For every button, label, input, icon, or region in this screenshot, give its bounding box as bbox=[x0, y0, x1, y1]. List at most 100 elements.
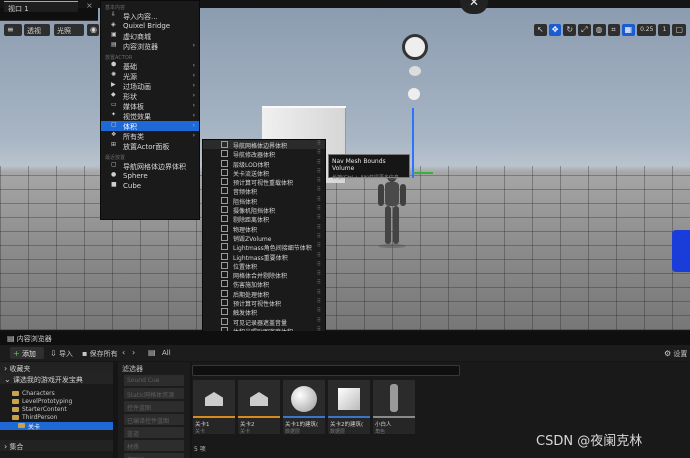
world-space-button[interactable]: ◍ bbox=[592, 24, 606, 36]
import-button[interactable]: ⇩ 导入 bbox=[50, 349, 73, 359]
submenu-item[interactable]: 伤害施加体积 ⠿ bbox=[203, 279, 325, 289]
menu-item-basic[interactable]: ⬢ 基础 › bbox=[101, 61, 199, 72]
submenu-item[interactable]: 层级LOD体积 ⠿ bbox=[203, 159, 325, 169]
drag-handle-icon[interactable]: ⠿ bbox=[317, 298, 321, 305]
sun-actor-icon[interactable] bbox=[408, 88, 420, 100]
filter-button[interactable]: 蓝图类 bbox=[124, 453, 184, 458]
content-browser-tab[interactable]: ▤ 内容浏览器 bbox=[4, 332, 64, 345]
drag-handle-icon[interactable]: ⠿ bbox=[317, 186, 321, 193]
lighting-button[interactable]: 光照 bbox=[54, 24, 84, 36]
collections-header[interactable]: › 集合 bbox=[0, 440, 113, 451]
menu-item-content-browser[interactable]: ▤ 内容浏览器 › bbox=[101, 41, 199, 52]
grid-snap-button[interactable]: ▦ bbox=[621, 24, 636, 36]
submenu-item[interactable]: 剔除距离体积 ⠿ bbox=[203, 214, 325, 224]
folder-tree-item[interactable]: Characters bbox=[0, 390, 113, 398]
settings-button[interactable]: ⚙ 设置 bbox=[664, 349, 687, 359]
asset-tile[interactable]: 关卡1 关卡 bbox=[193, 380, 235, 435]
submenu-item[interactable]: 导航修改器体积 ⠿ bbox=[203, 149, 325, 159]
asset-tile[interactable]: 小白人 角色 bbox=[373, 380, 415, 435]
submenu-item[interactable]: 触发体积 ⠿ bbox=[203, 307, 325, 317]
drag-handle-icon[interactable]: ⠿ bbox=[317, 168, 321, 175]
menu-item-marketplace[interactable]: ▣ 虚幻商城 bbox=[101, 31, 199, 42]
drag-handle-icon[interactable]: ⠿ bbox=[317, 177, 321, 184]
drag-handle-icon[interactable]: ⠿ bbox=[317, 279, 321, 286]
light-actor-icon[interactable] bbox=[402, 34, 428, 60]
menu-item-cinematic[interactable]: ▶ 过场动画 › bbox=[101, 81, 199, 92]
menu-item-recent-cube[interactable]: ■ Cube bbox=[101, 181, 199, 191]
perspective-button[interactable]: 透视 bbox=[24, 24, 50, 36]
menu-item-quixel-bridge[interactable]: ◈ Quixel Bridge bbox=[101, 21, 199, 31]
gizmo-z-axis[interactable] bbox=[412, 108, 414, 178]
drag-handle-icon[interactable]: ⠿ bbox=[317, 307, 321, 314]
drag-handle-icon[interactable]: ⠿ bbox=[317, 214, 321, 221]
submenu-item[interactable]: 导航网格体边界体积 ⠿ bbox=[203, 140, 325, 150]
menu-item-shapes[interactable]: ◆ 形状 › bbox=[101, 91, 199, 102]
viewport-options-button[interactable]: ≡ bbox=[4, 24, 22, 36]
asset-tile[interactable]: 关卡2的建筑(数据层 bbox=[328, 380, 370, 435]
drag-handle-icon[interactable]: ⠿ bbox=[317, 242, 321, 249]
drag-handle-icon[interactable]: ⠿ bbox=[317, 317, 321, 324]
drag-handle-icon[interactable]: ⠿ bbox=[317, 270, 321, 277]
drag-handle-icon[interactable]: ⠿ bbox=[317, 149, 321, 156]
show-button[interactable]: ◉ bbox=[87, 24, 99, 36]
submenu-item[interactable]: 阻挡体积 ⠿ bbox=[203, 196, 325, 206]
submenu-item[interactable]: Lightmass重要体积 ⠿ bbox=[203, 252, 325, 262]
scale-button[interactable]: ⤢ bbox=[578, 24, 591, 36]
asset-tile[interactable]: 关卡1的建筑(数据层 bbox=[283, 380, 325, 435]
menu-item-import[interactable]: ⇩ 导入内容... bbox=[101, 11, 199, 22]
submenu-item[interactable]: 后期处理体积 ⠿ bbox=[203, 289, 325, 299]
menu-item-all-classes[interactable]: ❖ 所有类 › bbox=[101, 131, 199, 142]
menu-item-recent-sphere[interactable]: ● Sphere bbox=[101, 171, 199, 181]
submenu-item[interactable]: Lightmass角色间接细节体积 ⠿ bbox=[203, 242, 325, 252]
folder-tree-item[interactable]: StarterContent bbox=[0, 406, 113, 414]
drag-handle-icon[interactable]: ⠿ bbox=[317, 205, 321, 212]
filter-button[interactable]: 蓝道 bbox=[124, 427, 184, 438]
filter-button[interactable]: 控件蓝图 bbox=[124, 401, 184, 412]
maximize-button[interactable]: ▢ bbox=[672, 24, 686, 36]
submenu-item[interactable]: 物理体积 ⠿ bbox=[203, 224, 325, 234]
drag-handle-icon[interactable]: ⠿ bbox=[317, 159, 321, 166]
history-back-button[interactable]: ‹ bbox=[122, 349, 125, 357]
drag-handle-icon[interactable]: ⠿ bbox=[317, 261, 321, 268]
add-button[interactable]: + 添加 bbox=[10, 347, 44, 359]
audio-actor-icon[interactable] bbox=[409, 66, 421, 76]
grid-size[interactable]: 0.25 bbox=[637, 24, 657, 36]
submenu-item[interactable]: 销毁ZVolume ⠿ bbox=[203, 233, 325, 243]
search-input[interactable] bbox=[192, 365, 460, 376]
menu-item-media-plate[interactable]: ▭ 媒体板 › bbox=[101, 101, 199, 112]
favorites-header[interactable]: › 收藏夹 bbox=[0, 362, 113, 373]
submenu-item[interactable]: 网格体合并剔除体积 ⠿ bbox=[203, 270, 325, 280]
drag-handle-icon[interactable]: ⠿ bbox=[317, 233, 321, 240]
camera-speed[interactable]: 1 bbox=[658, 24, 671, 36]
close-icon[interactable]: × bbox=[86, 2, 93, 10]
path-breadcrumb-all[interactable]: All bbox=[162, 349, 171, 357]
folder-tree-item[interactable]: LevelPrototyping bbox=[0, 398, 113, 406]
submenu-item[interactable]: 关卡流送体积 ⠿ bbox=[203, 168, 325, 178]
folder-tree-item[interactable]: 关卡 bbox=[0, 422, 113, 431]
save-all-button[interactable]: ▪ 保存所有 bbox=[82, 349, 118, 359]
surface-snap-button[interactable]: ⌗ bbox=[607, 24, 620, 36]
drag-handle-icon[interactable]: ⠿ bbox=[317, 196, 321, 203]
submenu-item[interactable]: 音频体积 ⠿ bbox=[203, 186, 325, 196]
filter-button[interactable]: 已编译控件蓝图 bbox=[124, 414, 184, 425]
filter-button[interactable]: Sound Cue bbox=[124, 375, 184, 386]
gizmo-y-axis[interactable] bbox=[413, 172, 433, 174]
project-header[interactable]: ⌄ 课选我的游戏开发宝典 bbox=[0, 373, 113, 384]
blue-box-actor[interactable] bbox=[672, 230, 690, 272]
drag-handle-icon[interactable]: ⠿ bbox=[317, 224, 321, 231]
filter-button[interactable]: 材质 bbox=[124, 440, 184, 451]
menu-item-recent-navmesh[interactable]: ▢ 导航网格体边界体积 bbox=[101, 161, 199, 172]
asset-tile[interactable]: 关卡2 关卡 bbox=[238, 380, 280, 435]
menu-item-visual-effects[interactable]: ✦ 视觉效果 › bbox=[101, 111, 199, 122]
menu-item-lights[interactable]: ✺ 光源 › bbox=[101, 71, 199, 82]
menu-item-volumes[interactable]: ▢ 体积 › bbox=[101, 121, 199, 131]
submenu-item[interactable]: 摄像机阻挡体积 ⠿ bbox=[203, 205, 325, 215]
drag-handle-icon[interactable]: ⠿ bbox=[317, 140, 321, 147]
submenu-item[interactable]: 可见记录器遮盖音量 ⠿ bbox=[203, 317, 325, 327]
submenu-item[interactable]: 预计算可视性重载体积 ⠿ bbox=[203, 177, 325, 187]
drag-handle-icon[interactable]: ⠿ bbox=[317, 289, 321, 296]
menu-item-place-actors-panel[interactable]: ⊞ 放置Actor面板 bbox=[101, 141, 199, 152]
filter-button[interactable]: Static网格体资源 bbox=[124, 388, 184, 399]
submenu-item[interactable]: 位置体积 ⠿ bbox=[203, 261, 325, 271]
select-mode-button[interactable]: ↖ bbox=[534, 24, 547, 36]
